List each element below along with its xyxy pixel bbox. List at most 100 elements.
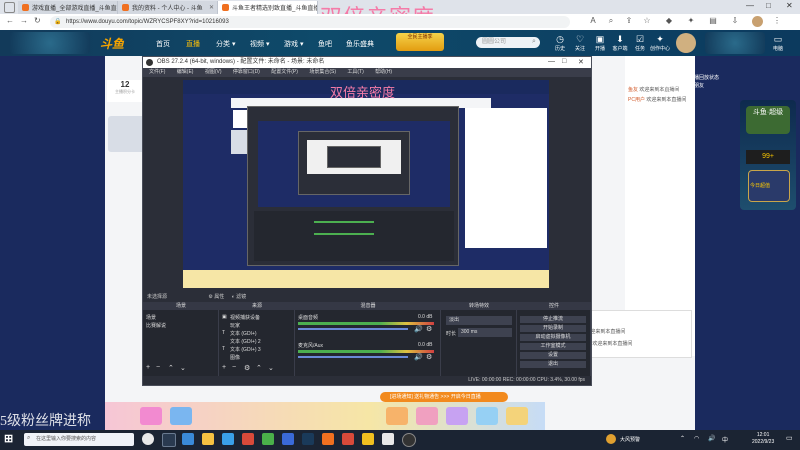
app-icon[interactable] [362,433,374,445]
tray-chevron-icon[interactable]: ⌃ [680,435,685,442]
volume-slider[interactable] [298,328,408,330]
client-button[interactable]: ⬇ 客户端 [610,34,630,52]
refresh-icon[interactable]: ↻ [34,16,41,25]
task-view-icon[interactable] [162,433,176,447]
streamer-avatar[interactable] [108,116,146,152]
menu-scene-collection[interactable]: 场景集合(S) [309,69,336,75]
task-button[interactable]: ☑ 任务 [630,34,650,52]
url-field[interactable]: https://www.douyu.com/topic/WZRYCSPF8XY?… [50,16,570,28]
scene-remove-icon[interactable]: − [156,364,160,371]
scene-up-icon[interactable]: ⌃ [168,364,174,372]
bookmark-star-icon[interactable]: ☆ [642,16,652,26]
site-search-input[interactable]: 圆圆公司 [476,37,540,48]
gift-item[interactable] [416,407,438,425]
cortana-icon[interactable] [142,433,154,445]
nav-category[interactable]: 分类 ▾ [216,39,235,49]
source-up-icon[interactable]: ⌃ [256,364,262,372]
volume-slider[interactable] [298,356,408,358]
source-item[interactable]: 文本 (GDI+) 2 [230,338,261,345]
nav-festival[interactable]: 鱼乐盛典 [346,39,374,49]
exit-button[interactable]: 退出 [520,361,586,368]
store-icon[interactable] [222,433,234,445]
file-explorer-icon[interactable] [202,433,214,445]
gift-item[interactable] [476,407,498,425]
browser-tab-2[interactable]: 我的资料 - 个人中心 - 斗鱼 ✕ [118,1,218,14]
douyu-icon[interactable] [322,433,334,445]
extension-icon[interactable]: ◆ [664,16,674,26]
notification-icon[interactable]: ▭ [786,434,793,442]
maximize-icon[interactable]: □ [766,1,771,10]
nav-live[interactable]: 直播 [186,39,200,49]
weather-icon[interactable] [606,434,616,444]
virtual-camera-button[interactable]: 启动虚拟摄像机 [520,334,586,341]
promo-banner[interactable]: 全民主播季 [396,33,444,51]
history-button[interactable]: ◷ 历史 [550,34,570,52]
profile-avatar[interactable] [752,16,763,27]
puzzle-icon[interactable]: ✦ [686,16,696,26]
menu-profile[interactable]: 配置文件(P) [271,69,298,75]
source-item[interactable]: 文本 (GDI+) 3 [230,346,261,353]
site-logo[interactable]: 斗鱼 [100,35,124,52]
transition-type-select[interactable]: 淡出 [446,316,512,325]
steam-icon[interactable] [302,433,314,445]
gift-item[interactable] [506,407,528,425]
taskbar-search-input[interactable]: 在这里输入你要搜索的内容 [24,433,134,446]
browser-tab-1[interactable]: 游戏直播_全部游戏直播_斗鱼直播 ✕ [18,1,118,14]
pc-button[interactable]: ▭ 电脑 [768,34,788,52]
nav-fishbar[interactable]: 鱼吧 [318,39,332,49]
taskbar-clock[interactable]: 12:01 2022/9/23 [752,432,774,446]
ime-icon[interactable]: 中 [722,435,728,444]
gift-item[interactable] [170,407,192,425]
gift-item[interactable] [140,407,162,425]
user-avatar[interactable] [676,33,696,53]
source-item[interactable]: 视频捕获设备 [230,314,260,321]
obs-taskbar-icon[interactable] [402,433,416,447]
badge-super[interactable]: 斗鱼·超级 [746,106,790,134]
nav-video[interactable]: 视频 ▾ [250,39,269,49]
scene-down-icon[interactable]: ⌄ [180,364,186,372]
creator-button[interactable]: ✦ 创作中心 [650,34,670,52]
speaker-icon[interactable]: 🔊 [414,353,423,361]
menu-file[interactable]: 文件(F) [149,69,165,75]
source-remove-icon[interactable]: − [232,364,236,371]
menu-help[interactable]: 帮助(H) [375,69,392,75]
app-icon[interactable] [242,433,254,445]
wechat-icon[interactable] [262,433,274,445]
live-notice-banner[interactable]: [进场通知] 送礼物通告 >>> 开启今日直播 [380,392,508,402]
download-icon[interactable]: ⇩ [730,16,740,26]
mixer-settings-icon[interactable]: ⚙ [426,325,432,333]
network-icon[interactable]: ◠ [694,435,699,442]
edge-browser-icon[interactable] [182,433,194,445]
zoom-icon[interactable]: ⌕ [606,16,616,26]
close-tab-icon[interactable]: ✕ [209,4,214,11]
gift-item[interactable] [386,407,408,425]
minimize-icon[interactable]: — [746,1,754,10]
menu-view[interactable]: 视图(V) [205,69,222,75]
scene-item[interactable]: 比赛解说 [146,322,166,329]
volume-icon[interactable]: 🔊 [708,435,715,442]
menu-tools[interactable]: 工具(T) [347,69,363,75]
room-card[interactable]: 12 主播积分卡 [107,80,143,102]
scene-add-icon[interactable]: + [146,364,150,371]
forward-icon[interactable]: → [20,16,28,25]
obs-maximize-icon[interactable]: □ [562,58,566,65]
back-icon[interactable]: ← [6,16,14,25]
app-icon[interactable] [382,433,394,445]
source-settings-icon[interactable]: ⚙ [244,364,250,372]
start-button[interactable]: ⊞ [4,432,18,446]
nav-game[interactable]: 游戏 ▾ [284,39,303,49]
stop-stream-button[interactable]: 停止推流 [520,316,586,323]
gear-icon[interactable]: ⚙ [208,294,212,300]
tab-actions-icon[interactable] [4,2,15,13]
menu-docks[interactable]: 停靠窗口(D) [233,69,260,75]
translate-icon[interactable]: A [588,16,598,26]
nav-home[interactable]: 首页 [156,39,170,49]
menu-dots-icon[interactable]: ⋮ [772,16,782,26]
mixer-settings-icon[interactable]: ⚙ [426,353,432,361]
filter-icon[interactable]: ◐ [232,294,235,300]
reading-list-icon[interactable]: ▤ [708,16,718,26]
gift-item[interactable] [446,407,468,425]
go-live-button[interactable]: ▣ 开播 [590,34,610,52]
obs-minimize-icon[interactable]: — [548,58,555,65]
weather-label[interactable]: 大风预警 [620,436,640,443]
